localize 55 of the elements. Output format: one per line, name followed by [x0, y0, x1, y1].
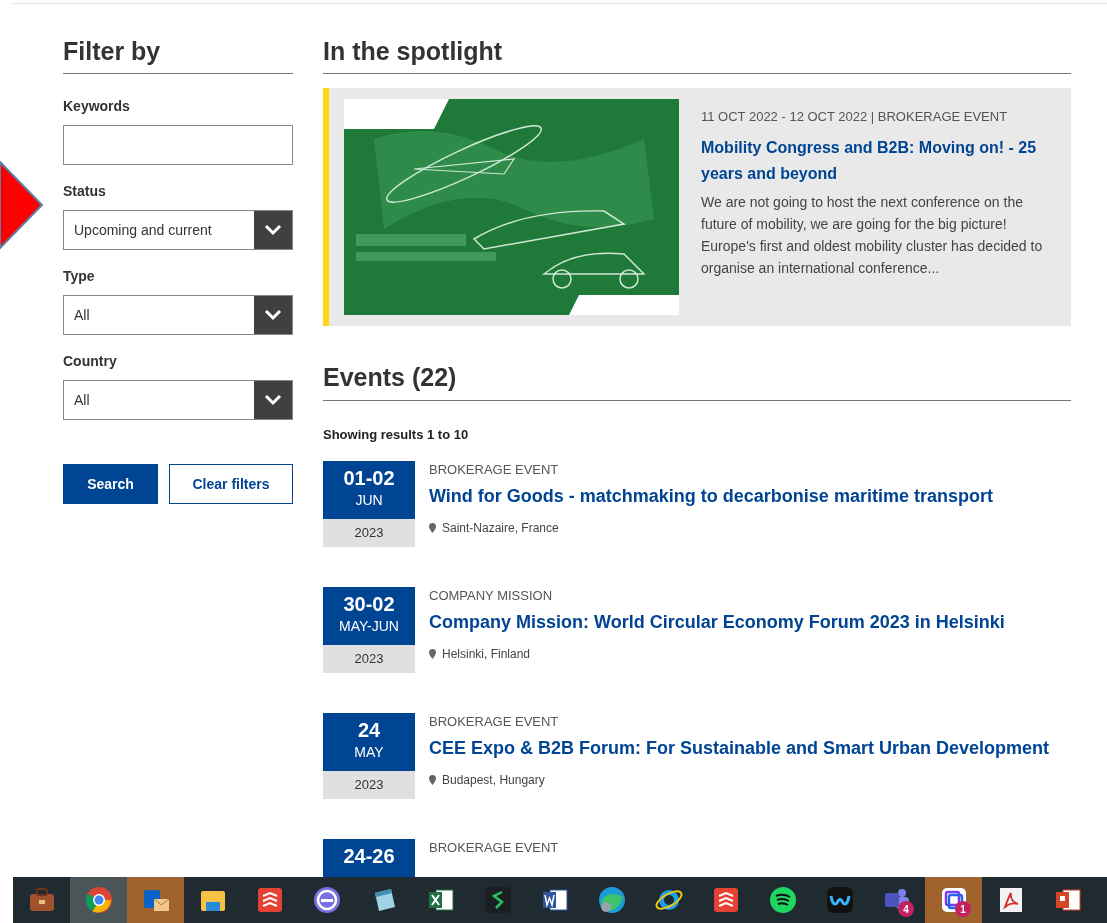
event-meta: 11 OCT 2022 - 12 OCT 2022 | BROKERAGE EVENT	[701, 108, 1009, 127]
date-month: MAY	[354, 743, 384, 762]
event-type: BROKERAGE EVENT	[429, 839, 559, 857]
section-heading: Events (22)	[323, 362, 1071, 401]
chevron-down-icon	[264, 224, 282, 237]
ring-app-icon	[311, 885, 342, 915]
notification-badge: 1	[955, 901, 971, 917]
field-label: Country	[63, 352, 118, 372]
date-day: 24-26	[343, 844, 395, 868]
webex-app-icon	[824, 885, 855, 915]
section-heading: In the spotlight	[323, 36, 1071, 75]
filter-heading: Filter by	[63, 36, 293, 75]
taskbar-app[interactable]: 1	[925, 877, 982, 923]
date-day: 01-02	[343, 466, 395, 490]
chevron-down-icon	[264, 309, 282, 322]
date-day: 24	[357, 718, 381, 742]
event-summary: We are not going to host the next conference on the future of mobility, we are going for the big picture! Europe's first and oldest mobility cluster has decided to organise an international conference...	[701, 192, 1044, 278]
edge-app-icon	[596, 885, 627, 915]
date-day: 30-02	[343, 592, 395, 616]
snake-app-icon	[482, 885, 513, 915]
select-dropdown[interactable]: All	[63, 380, 293, 421]
taskbar-app[interactable]: 4	[868, 877, 925, 923]
search-button[interactable]: Search	[63, 464, 158, 505]
chevron-down-icon	[264, 394, 282, 407]
date-month: MAY-JUN	[339, 617, 399, 636]
spotlight-card[interactable]	[323, 88, 1071, 327]
date-year: 2023	[354, 776, 384, 795]
event-title-link[interactable]: CEE Expo & B2B Forum: For Sustainable and Smart Urban Development	[429, 735, 1050, 761]
date-month: JUN	[355, 491, 383, 510]
event-title-link[interactable]: Company Mission: World Circular Economy Forum 2023 in Helsinki	[429, 609, 1005, 635]
field-label: Type	[63, 267, 96, 287]
location-pin-icon	[429, 649, 436, 659]
field-label: Keywords	[63, 97, 131, 117]
field-label: Status	[63, 182, 107, 202]
event-title-link[interactable]: Mobility Congress and B2B: Moving on! - 25 years and beyond	[701, 134, 1055, 187]
event-location: Saint-Nazaire, France	[442, 520, 559, 537]
select-dropdown[interactable]: All	[63, 295, 293, 336]
event-type: BROKERAGE EVENT	[429, 461, 560, 479]
event-type: BROKERAGE EVENT	[429, 713, 560, 731]
pointer-arrow-icon	[0, 160, 44, 250]
chrome-app-icon	[83, 885, 114, 915]
spotify-app-icon	[767, 885, 798, 915]
event-title-link[interactable]: Wind for Goods - matchmaking to decarbonise maritime transport	[429, 483, 993, 509]
results-count: Showing results 1 to 10	[323, 425, 470, 444]
select-dropdown[interactable]: Upcoming and current	[63, 210, 293, 251]
event-location: Budapest, Hungary	[442, 772, 545, 789]
date-year: 2023	[354, 650, 384, 669]
clear-filters-button[interactable]: Clear filters	[169, 464, 293, 505]
event-location: Helsinki, Finland	[442, 646, 531, 663]
date-year: 2023	[354, 524, 384, 543]
location-pin-icon	[429, 775, 436, 785]
location-pin-icon	[429, 523, 436, 533]
notification-badge: 4	[898, 901, 914, 917]
event-type: COMPANY MISSION	[429, 587, 554, 605]
keywords-field[interactable]	[63, 125, 293, 166]
